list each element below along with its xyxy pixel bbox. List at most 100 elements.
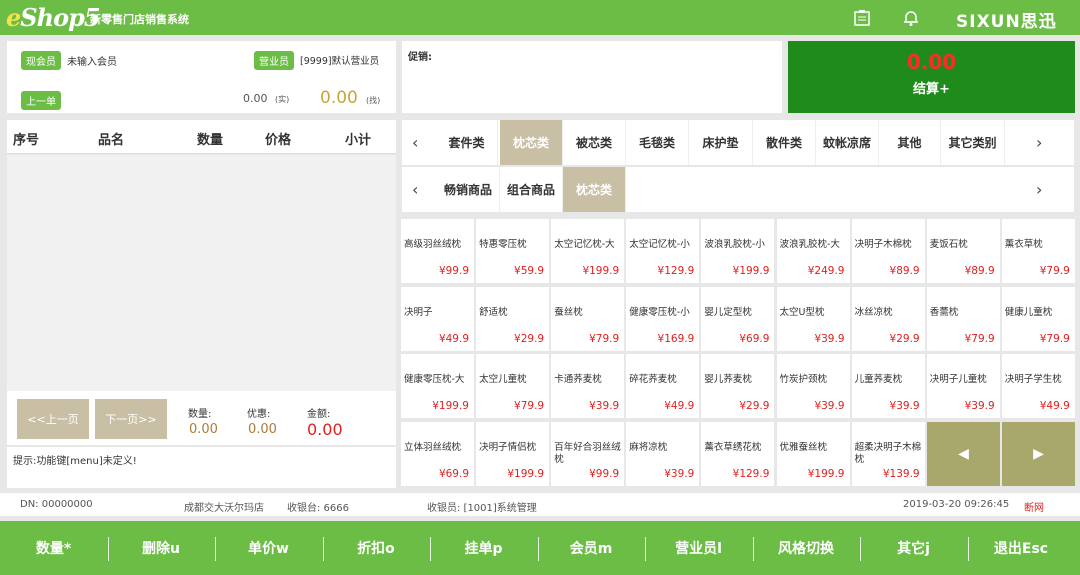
checkout-label: 结算+ [913,82,950,97]
product-card[interactable]: 麻将凉枕 ¥39.9 [626,422,700,487]
function-button[interactable]: 其它j [860,521,967,575]
tab-category[interactable]: 毛毯类 [626,120,689,165]
tab-category[interactable]: 其他 [879,120,941,165]
product-card[interactable]: 太空儿童枕 ¥79.9 [476,354,550,419]
product-card[interactable]: 冰丝凉枕 ¥29.9 [851,286,925,351]
product-card[interactable]: 决明子木棉枕 ¥89.9 [851,219,925,283]
product-card[interactable]: 决明子情侣枕 ¥199.9 [476,422,550,487]
product-card[interactable]: 太空U型枕 ¥39.9 [776,286,850,351]
discount-value: 0.00 [248,422,277,437]
product-card[interactable]: 立体羽丝绒枕 ¥69.9 [401,422,474,487]
product-name: 薰衣草枕 [1004,239,1043,250]
tab-category[interactable]: 其它类别 [941,120,1005,165]
col-price: 价格 [265,133,292,148]
chevron-right-icon[interactable]: › [1036,133,1042,152]
product-name: 超柔决明子木棉枕 [854,442,922,466]
product-price: ¥79.9 [1039,332,1070,345]
divider [215,537,216,561]
member-tag[interactable]: 现会员 [21,51,61,70]
product-price: ¥79.9 [589,332,620,345]
order-table-header: 序号 品名 数量 价格 小计 [7,120,396,154]
product-name: 高级羽丝绒枕 [404,239,462,250]
prev-unit: (实) [275,95,290,104]
function-button[interactable]: 数量* [0,521,107,575]
chevron-right-icon[interactable]: › [1036,180,1042,199]
chevron-left-icon[interactable]: ‹ [412,133,418,152]
function-button[interactable]: 风格切换 [753,521,860,575]
tab-category[interactable]: 被芯类 [563,120,626,165]
till-number: 收银台: 6666 [287,503,349,514]
product-card[interactable]: 竹炭护颈枕 ¥39.9 [776,354,850,419]
checkout-button[interactable]: 0.00 结算+ [788,41,1075,113]
tab-subcategory[interactable]: 枕芯类 [563,167,626,212]
checkout-amount: 0.00 [906,50,957,74]
product-card[interactable]: 健康零压枕-小 ¥169.9 [626,286,700,351]
product-card[interactable]: 舒适枕 ¥29.9 [476,286,550,351]
product-card[interactable]: 健康零压枕-大 ¥199.9 [401,354,474,419]
product-card[interactable]: 碎花荞麦枕 ¥49.9 [626,354,700,419]
product-card[interactable]: 薰衣草枕 ¥79.9 [1001,219,1075,283]
qty-label: 数量: [188,409,212,420]
function-button[interactable]: 折扣o [323,521,430,575]
function-button[interactable]: 会员m [538,521,645,575]
product-card[interactable]: 麦饭石枕 ¥89.9 [926,219,1000,283]
product-price: ¥129.9 [732,468,770,481]
product-card[interactable]: 决明子学生枕 ¥49.9 [1001,354,1075,419]
bell-icon[interactable] [902,9,920,27]
tab-category[interactable]: 枕芯类 [500,120,563,165]
function-button[interactable]: 单价w [215,521,322,575]
function-button[interactable]: 退出Esc [968,521,1075,575]
tab-category[interactable]: 散件类 [753,120,816,165]
previous-order-tag[interactable]: 上一单 [21,91,61,110]
tab-subcategory[interactable]: 组合商品 [500,167,563,212]
function-bar: 数量* 删除u 单价w 折扣o 挂单p 会员m 营业员l 风格切换 其它j 退出Esc [0,521,1080,575]
product-card[interactable]: 卡通荞麦枕 ¥39.9 [551,354,625,419]
tab-subcategory[interactable]: 畅销商品 [437,167,500,212]
total-label: 金额: [307,409,331,420]
promo-label: 促销: [408,52,432,63]
product-card[interactable]: 波浪乳胶枕-小 ¥199.9 [701,219,775,283]
product-name: 竹炭护颈枕 [779,374,828,386]
product-card[interactable]: 太空记忆枕-小 ¥129.9 [626,219,700,283]
function-button[interactable]: 删除u [108,521,215,575]
product-card[interactable]: 薰衣草绣花枕 ¥129.9 [701,422,775,487]
product-name: 太空记忆枕-大 [554,239,615,250]
product-card[interactable]: 婴儿定型枕 ¥69.9 [701,286,775,351]
product-card[interactable]: 波浪乳胶枕-大 ¥249.9 [776,219,850,283]
product-name: 薰衣草绣花枕 [704,442,762,454]
product-price: ¥199.9 [807,468,845,481]
product-card[interactable]: 婴儿荞麦枕 ¥29.9 [701,354,775,419]
product-card[interactable]: 高级羽丝绒枕 ¥99.9 [401,219,474,283]
product-card[interactable]: 百年好合羽丝绒枕 ¥99.9 [551,422,625,487]
salesperson-value: [9999]默认营业员 [300,56,380,67]
product-card[interactable]: 决明子儿童枕 ¥39.9 [926,354,1000,419]
product-price: ¥89.9 [889,265,920,277]
product-card[interactable]: 决明子 ¥49.9 [401,286,474,351]
salesperson-tag[interactable]: 营业员 [254,51,294,70]
tab-category[interactable]: 套件类 [436,120,498,165]
product-card[interactable]: 儿童荞麦枕 ¥39.9 [851,354,925,419]
product-card[interactable]: 太空记忆枕-大 ¥199.9 [551,219,625,283]
tab-category[interactable]: 蚊帐凉席 [816,120,879,165]
tab-category[interactable]: 床护垫 [689,120,753,165]
product-card[interactable]: 健康儿童枕 ¥79.9 [1001,286,1075,351]
triangle-right-icon: ▶ [1033,446,1044,462]
prev-amount: 0.00 [243,92,268,105]
product-name: 优雅蚕丝枕 [779,442,828,454]
clipboard-icon[interactable] [853,9,871,27]
product-card[interactable]: 蚕丝枕 ¥79.9 [551,286,625,351]
cashier-name: 收银员: [1001]系统管理 [427,503,537,514]
product-card[interactable]: 特惠零压枕 ¥59.9 [476,219,550,283]
next-page-button[interactable]: 下一页>> [95,399,167,439]
function-button[interactable]: 营业员l [645,521,752,575]
function-button[interactable]: 挂单p [430,521,537,575]
product-card[interactable]: 香薷枕 ¥79.9 [926,286,1000,351]
product-card[interactable]: 超柔决明子木棉枕 ¥139.9 [851,422,925,487]
grid-next-button[interactable]: ▶ [1002,422,1075,486]
grid-prev-button[interactable]: ◀ [927,422,1000,486]
order-list[interactable] [7,155,396,391]
product-card[interactable]: 优雅蚕丝枕 ¥199.9 [776,422,850,487]
prev-page-button[interactable]: <<上一页 [17,399,89,439]
chevron-left-icon[interactable]: ‹ [412,180,418,199]
product-price: ¥39.9 [964,400,995,413]
